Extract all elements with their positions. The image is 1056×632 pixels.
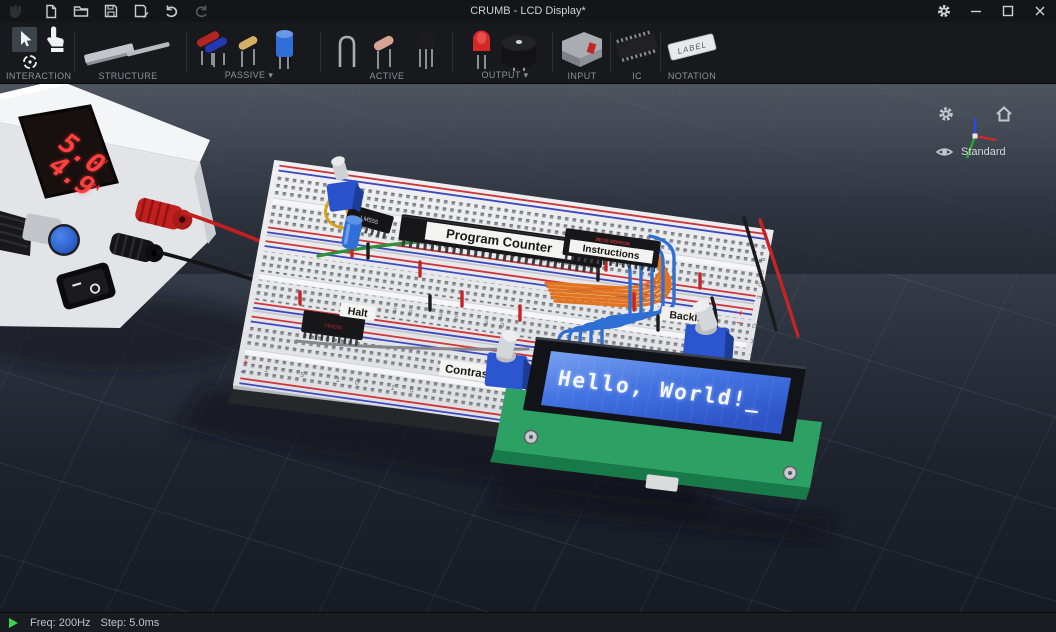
new-file-button[interactable] (40, 0, 62, 22)
diode-item[interactable] (237, 35, 258, 67)
redo-button[interactable] (190, 0, 212, 22)
window-title: CRUMB - LCD Display* (0, 0, 1056, 22)
passive-dropdown-caret[interactable]: ▾ (268, 70, 273, 80)
ic-chip-item[interactable] (615, 32, 658, 60)
sim-frequency: Freq: 200Hz (30, 617, 91, 629)
led-item[interactable] (473, 31, 490, 70)
group-label-ic: IC (612, 71, 662, 81)
hand-pointer-icon (41, 26, 67, 53)
toolbar-group-output: OUTPUT ▾ (462, 22, 548, 84)
scene-viewport[interactable]: 5.0 5.0 V 4.9 4.9 mA (0, 84, 1056, 612)
toolbar-group-notation: LABEL NOTATION (664, 22, 720, 84)
viewport-controls: Standard (936, 94, 1046, 170)
crosshair-icon (20, 52, 40, 72)
cursor-arrow-icon (12, 27, 37, 52)
capacitor-item[interactable] (276, 30, 293, 69)
close-button[interactable] (1024, 0, 1056, 22)
select-tool-button[interactable] (12, 27, 37, 52)
open-file-button[interactable] (70, 0, 92, 22)
toolbar-group-structure: STRUCTURE (82, 22, 174, 84)
interact-tool-button[interactable] (41, 26, 67, 58)
toolbar-group-passive: PASSIVE ▾ (194, 22, 304, 84)
view-preset-label[interactable]: Standard (961, 146, 1006, 158)
group-label-output: OUTPUT (481, 70, 520, 80)
status-bar: Freq: 200Hz Step: 5.0ms (0, 612, 1056, 632)
minimize-button[interactable] (960, 0, 992, 22)
app-logo-icon (4, 0, 26, 22)
label-item[interactable]: LABEL (668, 34, 717, 61)
save-as-button[interactable] (130, 0, 152, 22)
thermistor-item[interactable] (372, 34, 395, 69)
component-toolbar: INTERACTION STRUCTURE (0, 22, 1056, 84)
group-label-interaction: INTERACTION (6, 71, 70, 81)
maximize-button[interactable] (992, 0, 1024, 22)
output-dropdown-caret[interactable]: ▾ (524, 70, 529, 80)
toolbar-group-input: INPUT (556, 22, 608, 84)
transistor-item[interactable] (417, 30, 435, 69)
buzzer-item[interactable] (502, 35, 536, 71)
toolbar-group-ic: IC (612, 22, 662, 84)
crumb-app: CRUMB - LCD Display* (0, 0, 1056, 632)
switch-item[interactable] (562, 32, 602, 67)
toolbar-group-active: ACTIVE (332, 22, 442, 84)
eye-icon[interactable] (936, 146, 953, 158)
title-bar: CRUMB - LCD Display* (0, 0, 1056, 22)
undo-button[interactable] (160, 0, 182, 22)
play-icon[interactable] (9, 618, 18, 628)
group-label-notation: NOTATION (664, 71, 720, 81)
group-label-active: ACTIVE (332, 71, 442, 81)
sim-step: Step: 5.0ms (101, 617, 160, 629)
group-label-structure: STRUCTURE (82, 71, 174, 81)
resistor-item[interactable] (196, 30, 229, 67)
group-label-passive: PASSIVE (225, 70, 266, 80)
jumper-wire-item[interactable] (340, 37, 354, 67)
group-label-input: INPUT (556, 71, 608, 81)
save-button[interactable] (100, 0, 122, 22)
toolbar-group-interaction: INTERACTION (6, 22, 70, 84)
settings-gear-icon[interactable] (928, 0, 960, 22)
